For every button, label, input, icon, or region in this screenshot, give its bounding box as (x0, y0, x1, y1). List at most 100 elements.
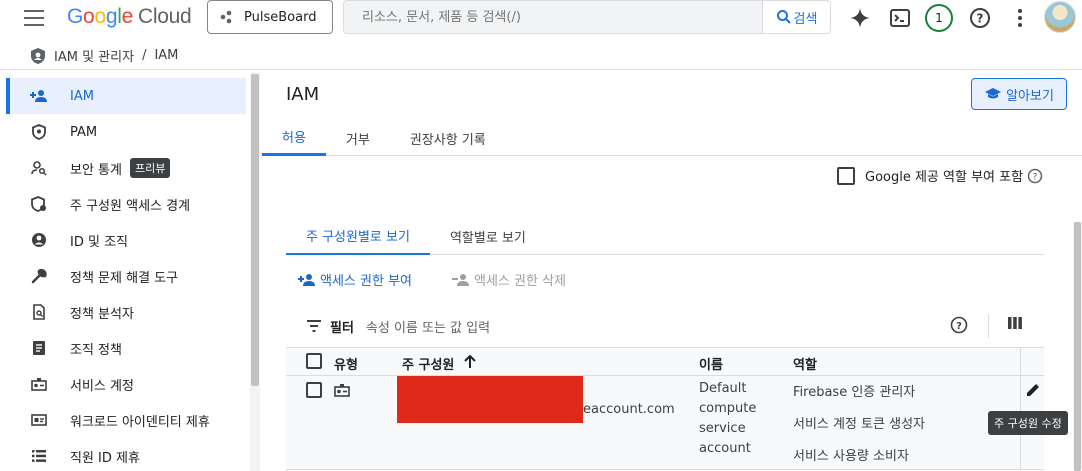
search-input[interactable] (344, 1, 764, 33)
person-add-icon (298, 273, 315, 286)
service-account-icon (30, 375, 48, 393)
shield-icon (30, 123, 48, 141)
account-circle-icon (30, 231, 48, 249)
id-card-icon (30, 411, 48, 429)
help-icon[interactable]: ? (966, 4, 994, 32)
document-search-icon (30, 303, 48, 321)
sidebar-scrollbar[interactable] (250, 72, 260, 471)
edit-pencil-icon[interactable] (1025, 382, 1041, 398)
cloud-shell-icon[interactable] (886, 4, 914, 32)
google-roles-option: Google 제공 역할 부여 포함 ? (837, 166, 1043, 185)
breadcrumb-section[interactable]: IAM 및 관리자 (54, 46, 134, 65)
sidebar-item-service-accounts[interactable]: 서비스 계정 (6, 366, 246, 402)
school-icon (985, 88, 1002, 99)
role-item: Firebase 인증 관리자 (793, 385, 916, 400)
edit-principal-tooltip: 주 구성원 수정 (988, 411, 1068, 435)
redacted-principal (397, 376, 583, 423)
table-header: 유형 주 구성원 이름 역할 (286, 347, 1044, 376)
svg-text:?: ? (977, 12, 984, 26)
google-roles-checkbox[interactable] (837, 166, 855, 185)
search-bar: 검색 (343, 0, 831, 34)
header-principal[interactable]: 주 구성원 (402, 354, 454, 373)
svg-text:?: ? (1033, 172, 1038, 182)
project-selector[interactable]: PulseBoard (207, 0, 333, 34)
subtab-by-role[interactable]: 역할별로 보기 (430, 217, 546, 255)
sidebar-item-security-insights[interactable]: 보안 통계 프리뷰 (6, 150, 246, 186)
person-remove-icon (452, 273, 469, 286)
shield-icon (31, 47, 45, 64)
breadcrumb-page: IAM (154, 48, 179, 63)
subtab-by-principal[interactable]: 주 구성원별로 보기 (286, 217, 430, 255)
tab-recommendation-history[interactable]: 권장사항 기록 (390, 120, 506, 156)
row-checkbox[interactable] (306, 382, 322, 398)
wrench-icon (30, 267, 48, 285)
google-cloud-logo[interactable]: Google Cloud (67, 5, 192, 29)
sidebar-item-policy-analyzer[interactable]: 정책 분석자 (6, 294, 246, 330)
sidebar-item-policy-troubleshooter[interactable]: 정책 문제 해결 도구 (6, 258, 246, 294)
breadcrumb: IAM 및 관리자 / IAM (30, 46, 178, 65)
help-icon[interactable]: ? (950, 316, 968, 334)
action-bar: 액세스 권한 부여 액세스 권한 삭제 (298, 270, 606, 289)
arrow-up-icon[interactable] (464, 355, 476, 369)
sidebar-item-pam[interactable]: PAM (6, 114, 246, 150)
header-name[interactable]: 이름 (699, 354, 723, 373)
remove-access-button[interactable]: 액세스 권한 삭제 (452, 270, 566, 289)
search-button[interactable]: 검색 (762, 1, 830, 33)
sidebar-item-identity-org[interactable]: ID 및 조직 (6, 222, 246, 258)
project-dots-icon (220, 10, 234, 24)
filter-bar: 필터 속성 이름 또는 값 입력 ? (286, 308, 1044, 344)
learn-button[interactable]: 알아보기 (971, 78, 1067, 110)
principal-email: eaccount.com (583, 402, 675, 417)
sidebar-scrollbar-thumb[interactable] (251, 74, 259, 386)
header-role[interactable]: 역할 (793, 354, 817, 373)
tab-bar: 허용 거부 권장사항 기록 (262, 120, 1082, 156)
filter-icon[interactable] (306, 320, 322, 332)
view-subtabs: 주 구성원별로 보기 역할별로 보기 (286, 217, 1044, 255)
list-document-icon (30, 339, 48, 357)
name-line-3: service (699, 421, 746, 436)
breadcrumb-separator: / (142, 48, 147, 63)
sidebar-item-workforce-identity[interactable]: 직원 ID 제휴 (6, 438, 246, 471)
list-icon (30, 447, 48, 465)
tab-allow[interactable]: 허용 (262, 120, 326, 156)
grant-access-button[interactable]: 액세스 권한 부여 (298, 270, 412, 289)
name-line-1: Default (699, 381, 747, 396)
main-content: IAM 알아보기 허용 거부 권장사항 기록 Google 제공 역할 부여 포… (262, 72, 1082, 471)
service-account-icon (334, 384, 350, 397)
avatar[interactable] (1044, 1, 1076, 33)
search-icon (776, 10, 791, 24)
sidebar-item-principal-access-boundary[interactable]: 주 구성원 액세스 경계 (6, 186, 246, 222)
project-name: PulseBoard (244, 9, 317, 25)
tab-deny[interactable]: 거부 (326, 120, 390, 156)
sidebar-item-workload-identity[interactable]: 워크로드 아이덴티티 제휴 (6, 402, 246, 438)
breadcrumb-bar: IAM 및 관리자 / IAM (0, 42, 1082, 70)
select-all-checkbox[interactable] (306, 353, 322, 369)
notifications-badge[interactable]: 1 (925, 4, 953, 32)
top-bar: GoogleCloud PulseBoard 검색 1 ? (0, 0, 1082, 36)
gemini-sparkle-icon[interactable] (846, 4, 874, 32)
help-icon[interactable]: ? (1027, 168, 1043, 184)
page-title: IAM (286, 84, 320, 105)
header-type[interactable]: 유형 (334, 354, 358, 373)
table-row: eaccount.com Default compute service acc… (286, 376, 1044, 470)
role-item: 서비스 계정 토큰 생성자 (793, 417, 925, 432)
more-vert-icon[interactable] (1006, 4, 1034, 32)
sidebar-item-org-policies[interactable]: 조직 정책 (6, 330, 246, 366)
preview-badge: 프리뷰 (129, 158, 171, 178)
sidebar-item-iam[interactable]: IAM (6, 78, 246, 114)
name-line-4: account (699, 441, 751, 456)
filter-input[interactable]: 속성 이름 또는 값 입력 (366, 317, 490, 336)
svg-text:?: ? (956, 321, 962, 332)
person-add-icon (30, 87, 48, 105)
sidebar: IAM PAM 보안 통계 프리뷰 주 구성원 액세스 경계 ID 및 조직 정… (6, 78, 246, 471)
toolbar-divider (988, 314, 989, 338)
name-line-2: compute (699, 401, 757, 416)
filter-label: 필터 (330, 320, 354, 336)
column-divider (1020, 348, 1021, 376)
shield-check-icon (30, 195, 48, 213)
menu-icon[interactable] (24, 10, 44, 26)
main-scrollbar[interactable] (1073, 222, 1082, 471)
person-search-icon (30, 159, 48, 177)
column-display-icon[interactable] (1008, 316, 1022, 330)
main-scrollbar-thumb[interactable] (1074, 222, 1081, 471)
